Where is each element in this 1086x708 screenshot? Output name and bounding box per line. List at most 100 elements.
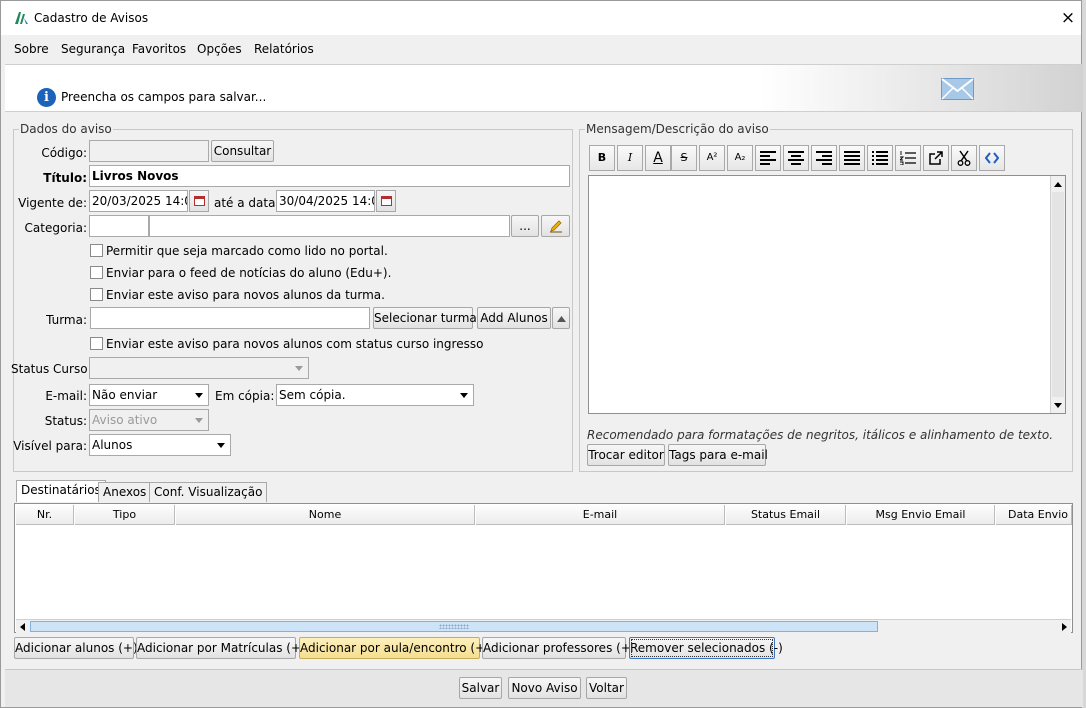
tab-destinatarios[interactable]: Destinatários [16,480,106,502]
visivel-value: Alunos [92,438,133,452]
subscript-button[interactable]: A₂ [727,145,753,171]
menu-seguranca[interactable]: Segurança [61,42,125,56]
remover-selecionados-button[interactable]: Remover selecionados (-) [629,637,783,659]
adicionar-professores-button[interactable]: Adicionar professores (+) [482,637,636,659]
column-header[interactable]: Status Email [726,505,846,525]
bullet-list-button[interactable] [867,145,893,171]
salvar-button[interactable]: Salvar [459,677,502,699]
visivel-select[interactable]: Alunos [89,434,231,456]
info-banner: i Preencha os campos para salvar... [5,64,1083,112]
scroll-down-icon[interactable] [1051,399,1065,411]
codigo-field[interactable] [89,140,209,162]
chevron-down-icon [295,366,303,371]
close-icon[interactable]: × [1057,7,1079,29]
external-link-button[interactable] [923,145,949,171]
titulo-label: Título: [43,171,87,185]
grid-horizontal-scrollbar[interactable] [16,619,1071,633]
status-curso-select[interactable] [89,357,309,379]
window: Cadastro de Avisos × Sobre Segurança Fav… [0,0,1083,708]
scroll-up-button[interactable] [552,307,570,329]
vigente-calendar-icon[interactable] [189,190,209,212]
email-select[interactable]: Não enviar [89,384,209,406]
adicionar-aula-encontro-button[interactable]: Adicionar por aula/encontro (+) [299,637,490,659]
dados-aviso-legend: Dados do aviso [19,122,113,136]
justify-button[interactable] [839,145,865,171]
mensagem-legend: Mensagem/Descrição do aviso [585,122,770,136]
source-code-button[interactable] [979,145,1005,171]
copia-select[interactable]: Sem cópia. [276,384,474,406]
cut-button[interactable] [951,145,977,171]
adicionar-matriculas-button[interactable]: Adicionar por Matrículas (+) [136,637,306,659]
bold-button[interactable]: B [589,145,615,171]
copia-label: Em cópia: [215,389,275,403]
scroll-left-icon[interactable] [17,621,29,633]
categoria-browse-button[interactable]: ... [511,215,539,237]
external-link-icon [929,151,943,165]
strikethrough-button[interactable]: S [671,145,697,171]
ate-calendar-icon[interactable] [376,190,396,212]
email-value: Não enviar [92,388,158,402]
vigente-label: Vigente de: [18,196,87,210]
novos-alunos-turma-checkbox[interactable] [90,288,103,301]
categoria-edit-button[interactable] [541,215,570,237]
column-header[interactable]: Data Envio Em [996,505,1072,525]
vigente-date-field[interactable]: 20/03/2025 14:01 [89,190,188,212]
selecionar-turma-button[interactable]: Selecionar turma [373,307,477,329]
column-header[interactable]: Msg Envio Email [847,505,995,525]
turma-field[interactable] [90,307,370,329]
novo-aviso-button[interactable]: Novo Aviso [508,677,581,699]
codigo-label: Código: [41,146,87,160]
categoria-label: Categoria: [24,221,87,235]
editor-hint: Recomendado para formatações de negritos… [587,428,1054,442]
menu-opcoes[interactable]: Opções [197,42,242,56]
column-header[interactable]: Nr. [16,505,74,525]
bullet-list-icon [872,151,888,165]
chevron-down-icon [460,393,468,398]
numbered-list-icon [898,151,916,166]
message-editor[interactable] [588,175,1066,414]
scroll-up-icon[interactable] [1051,179,1065,191]
column-header[interactable]: E-mail [476,505,725,525]
align-left-button[interactable] [755,145,781,171]
code-icon [984,152,1000,164]
font-color-button[interactable]: A [645,145,671,171]
titulo-field[interactable]: Livros Novos [89,165,570,187]
trocar-editor-button[interactable]: Trocar editor [587,444,665,466]
tab-conf-visualizacao[interactable]: Conf. Visualização [149,482,268,502]
portal-lido-checkbox[interactable] [90,244,103,257]
align-left-icon [760,151,776,165]
align-center-button[interactable] [783,145,809,171]
categoria-name-field[interactable] [149,215,510,237]
menu-bar: Sobre Segurança Favoritos Opções Relatór… [1,39,1081,61]
feed-edu-checkbox[interactable] [90,266,103,279]
chevron-down-icon [195,418,203,423]
align-right-button[interactable] [811,145,837,171]
numbered-list-button[interactable] [895,145,921,171]
menu-favoritos[interactable]: Favoritos [132,42,186,56]
column-header[interactable]: Nome [176,505,475,525]
editor-vertical-scrollbar[interactable] [1050,176,1065,413]
grid-scroll-thumb[interactable] [30,621,878,632]
menu-relatorios[interactable]: Relatórios [254,42,314,56]
superscript-button[interactable]: A² [699,145,725,171]
categoria-code-field[interactable] [89,215,149,237]
status-select[interactable]: Aviso ativo [89,409,209,431]
info-icon: i [37,88,56,107]
destinatarios-grid[interactable]: Nr. Tipo Nome E-mail Status Email Msg En… [14,503,1073,633]
adicionar-alunos-button[interactable]: Adicionar alunos (+) [14,637,138,659]
status-ingresso-checkbox[interactable] [90,337,103,350]
tab-anexos[interactable]: Anexos [98,482,152,502]
scroll-right-icon[interactable] [1058,621,1070,633]
menu-sobre[interactable]: Sobre [14,42,49,56]
voltar-button[interactable]: Voltar [586,677,627,699]
ate-date-field[interactable]: 30/04/2025 14:01 [276,190,375,212]
add-alunos-button[interactable]: Add Alunos [477,307,551,329]
tags-email-button[interactable]: Tags para e-mail [668,444,768,466]
italic-button[interactable]: I [617,145,643,171]
consultar-button[interactable]: Consultar [211,140,274,162]
turma-label: Turma: [46,313,87,327]
status-label: Status: [44,414,87,428]
ate-label: até a data: [214,196,280,210]
column-header[interactable]: Tipo [75,505,175,525]
editor-scroll-track[interactable] [1052,192,1064,397]
